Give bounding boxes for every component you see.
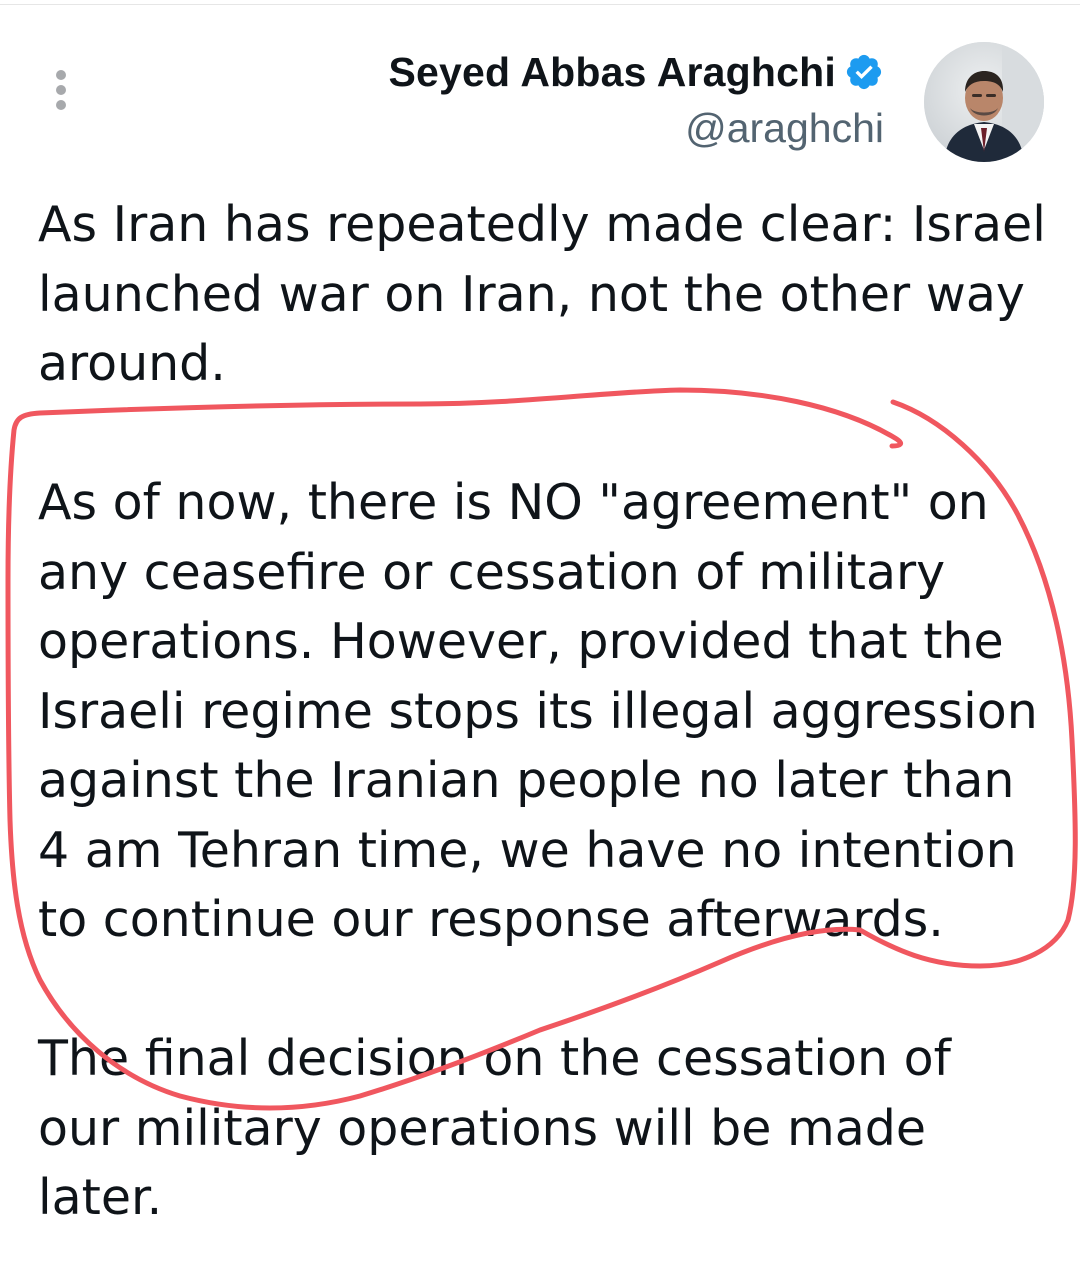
more-vertical-icon-dot [56, 100, 66, 110]
tweet-paragraph-2: As of now, there is NO "agreement" on an… [38, 474, 1038, 948]
author-name[interactable]: Seyed Abbas Araghchi [388, 44, 836, 100]
top-divider [0, 4, 1080, 5]
verified-badge-icon[interactable] [844, 52, 884, 92]
more-options-button[interactable] [50, 70, 72, 110]
avatar[interactable] [924, 42, 1044, 162]
avatar-image [924, 42, 1044, 162]
tweet-text: As Iran has repeatedly made clear: Israe… [38, 190, 1048, 1233]
tweet-paragraph-1: As Iran has repeatedly made clear: Israe… [38, 196, 1046, 392]
more-vertical-icon-dot [56, 85, 66, 95]
tweet-paragraph-3: The final decision on the cessation of o… [38, 1030, 951, 1226]
tweet-author: Seyed Abbas Araghchi @araghchi [388, 44, 884, 156]
more-vertical-icon [56, 70, 66, 80]
author-name-row: Seyed Abbas Araghchi [388, 44, 884, 100]
author-handle[interactable]: @araghchi [388, 100, 884, 156]
